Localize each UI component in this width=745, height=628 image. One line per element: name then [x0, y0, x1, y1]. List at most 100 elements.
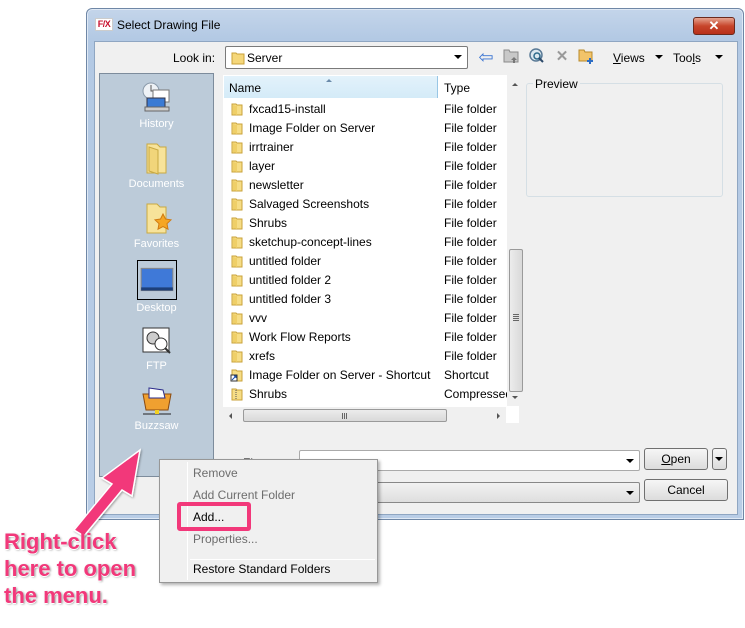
dialog-client-area: Look in: Server ⇦ ✕ Views Tools History	[94, 41, 738, 515]
add-item-highlight-box	[177, 502, 251, 531]
views-label: iews	[620, 51, 645, 65]
open-options-dropdown[interactable]	[712, 448, 727, 470]
window-title: Select Drawing File	[117, 18, 221, 32]
sort-ascending-icon	[326, 79, 332, 82]
vertical-scrollbar[interactable]	[507, 75, 524, 406]
folder-icon	[230, 140, 244, 157]
place-label: Documents	[128, 178, 185, 190]
scroll-up-icon[interactable]	[512, 83, 518, 86]
place-label: FTP	[146, 360, 167, 372]
file-row[interactable]: layer File folder	[224, 157, 520, 176]
views-menu-button[interactable]: Views	[613, 51, 645, 65]
file-name: Shrubs	[249, 216, 288, 230]
annotation-line: the menu.	[4, 583, 108, 608]
file-name: fxcad15-install	[249, 102, 326, 116]
column-header-name[interactable]: Name	[224, 76, 438, 98]
folder-icon	[230, 178, 244, 195]
folder-icon	[230, 311, 244, 328]
file-name: Shrubs	[249, 387, 288, 401]
folder-icon	[230, 349, 244, 366]
file-row[interactable]: fxcad15-install File folder	[224, 100, 520, 119]
file-row[interactable]: irrtrainer File folder	[224, 138, 520, 157]
file-row[interactable]: vvv File folder	[224, 309, 520, 328]
views-dropdown-arrow-icon[interactable]	[655, 55, 663, 59]
favorites-icon	[146, 203, 172, 234]
file-name: untitled folder 3	[249, 292, 332, 306]
delete-icon[interactable]: ✕	[552, 47, 572, 67]
tools-dropdown-arrow-icon[interactable]	[715, 55, 723, 59]
file-row[interactable]: untitled folder 3 File folder	[224, 290, 520, 309]
folder-icon	[230, 159, 244, 176]
desktop-icon	[136, 260, 177, 300]
place-desktop[interactable]: Desktop	[100, 260, 213, 314]
place-ftp[interactable]: FTP	[100, 322, 213, 372]
zip-folder-icon	[230, 387, 244, 404]
back-arrow-icon[interactable]: ⇦	[476, 47, 496, 67]
chevron-down-icon	[454, 55, 462, 59]
scroll-right-icon[interactable]	[497, 413, 500, 419]
folder-icon	[230, 254, 244, 271]
menu-item-add-current-folder[interactable]: Add Current Folder	[193, 488, 295, 502]
horizontal-scroll-thumb[interactable]	[243, 409, 447, 422]
documents-folder-icon	[146, 143, 166, 175]
file-row[interactable]: Image Folder on Server File folder	[224, 119, 520, 138]
up-folder-icon[interactable]	[501, 47, 521, 67]
file-name: irrtrainer	[249, 140, 294, 154]
place-label: Favorites	[133, 238, 180, 250]
title-bar[interactable]: F/X Select Drawing File ✕	[87, 9, 743, 41]
open-button[interactable]: Open	[644, 448, 708, 470]
vertical-scroll-thumb[interactable]	[509, 249, 523, 392]
place-favorites[interactable]: Favorites	[100, 200, 213, 250]
ftp-icon	[142, 327, 171, 354]
menu-item-remove[interactable]: Remove	[193, 466, 238, 480]
horizontal-scrollbar[interactable]	[223, 407, 506, 424]
menu-item-properties[interactable]: Properties...	[193, 532, 258, 546]
folder-icon	[230, 102, 244, 119]
look-in-dropdown[interactable]: Server	[225, 46, 468, 69]
preview-label: Preview	[533, 77, 580, 91]
place-buzzsaw[interactable]: Buzzsaw	[100, 382, 213, 432]
file-row[interactable]: Work Flow Reports File folder	[224, 328, 520, 347]
file-row[interactable]: sketchup-concept-lines File folder	[224, 233, 520, 252]
place-label: History	[139, 118, 174, 130]
preview-pane	[526, 83, 723, 197]
new-folder-icon[interactable]	[576, 47, 596, 67]
chevron-down-icon[interactable]	[626, 491, 634, 495]
annotation-line: here to open	[4, 556, 137, 581]
file-name: xrefs	[249, 349, 276, 363]
file-name: untitled folder	[249, 254, 322, 268]
select-drawing-file-dialog: F/X Select Drawing File ✕ Look in: Serve…	[86, 8, 744, 520]
scroll-down-icon[interactable]	[512, 396, 518, 399]
places-bar[interactable]: History Documents Favorites Desktop FTP …	[99, 73, 214, 477]
file-name: Work Flow Reports	[249, 330, 351, 344]
folder-icon	[230, 292, 244, 309]
chevron-down-icon[interactable]	[626, 459, 634, 463]
close-button[interactable]: ✕	[693, 17, 735, 35]
place-documents[interactable]: Documents	[100, 140, 213, 190]
file-row[interactable]: xrefs File folder	[224, 347, 520, 366]
folder-icon	[230, 273, 244, 290]
file-name: untitled folder 2	[249, 273, 332, 287]
scroll-left-icon[interactable]	[229, 413, 232, 419]
file-row[interactable]: Shrubs Compressed	[224, 385, 520, 404]
file-row[interactable]: newsletter File folder	[224, 176, 520, 195]
menu-separator	[190, 559, 375, 560]
file-name: newsletter	[249, 178, 304, 192]
place-history[interactable]: History	[100, 80, 213, 130]
file-row[interactable]: Salvaged Screenshots File folder	[224, 195, 520, 214]
file-row[interactable]: Shrubs File folder	[224, 214, 520, 233]
annotation-line: Right-click	[4, 529, 117, 554]
file-name: Salvaged Screenshots	[249, 197, 370, 211]
cancel-button[interactable]: Cancel	[644, 479, 728, 501]
search-web-icon[interactable]	[527, 47, 547, 67]
file-row[interactable]: untitled folder File folder	[224, 252, 520, 271]
menu-item-restore-standard-folders[interactable]: Restore Standard Folders	[193, 562, 330, 576]
file-name: sketchup-concept-lines	[249, 235, 372, 249]
tools-menu-button[interactable]: Tools	[673, 51, 701, 65]
folder-icon	[231, 52, 245, 65]
file-list[interactable]: Name Type fxcad15-install File folder Imag…	[223, 75, 520, 423]
buzzsaw-icon	[141, 387, 172, 415]
chevron-down-icon	[715, 457, 723, 461]
file-row[interactable]: untitled folder 2 File folder	[224, 271, 520, 290]
file-row[interactable]: Image Folder on Server - Shortcut Shortcu…	[224, 366, 520, 385]
